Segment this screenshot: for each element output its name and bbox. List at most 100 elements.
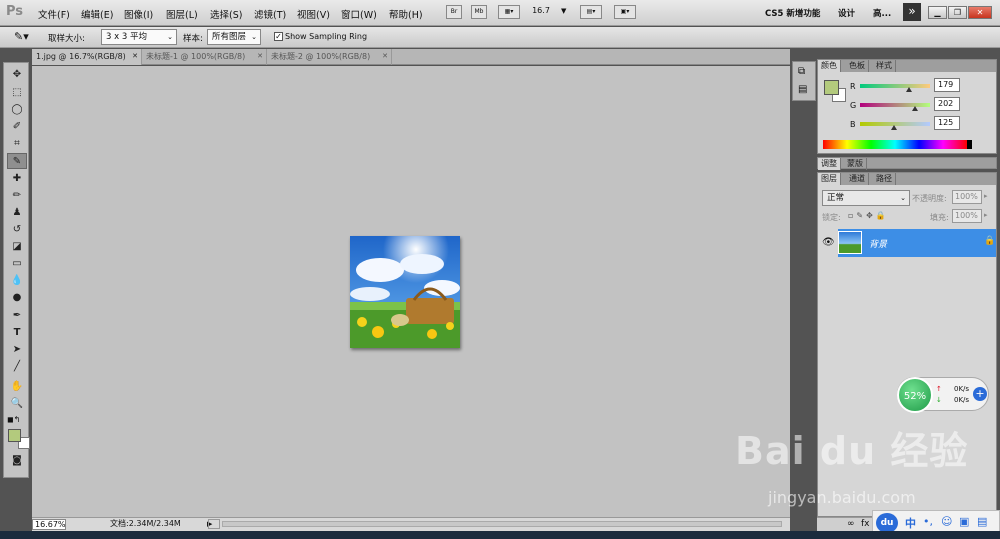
opacity-field[interactable]: 100% [952, 190, 982, 204]
tab-layers[interactable]: 图层 [818, 173, 841, 185]
tab-styles[interactable]: 样式 [873, 60, 896, 72]
arrange-documents-icon[interactable]: ▤▾ [580, 5, 602, 19]
workspace-more[interactable]: 高... [873, 7, 891, 19]
brush-tool-icon[interactable]: ✏ [7, 188, 27, 204]
menu-image[interactable]: 图像(I) [124, 7, 153, 21]
workspace-design[interactable]: 设计 [838, 7, 855, 19]
color-panel-foreground-swatch[interactable] [824, 80, 839, 95]
screen-mode-icon[interactable]: ▣▾ [614, 5, 636, 19]
eraser-tool-icon[interactable]: ◪ [7, 239, 27, 255]
eyedropper-preset-icon[interactable]: ✎▾ [14, 30, 29, 43]
tab-untitled-1[interactable]: 未标题-1 @ 100%(RGB/8) ✕ [142, 49, 267, 65]
expand-workspaces-icon[interactable]: » [903, 3, 921, 21]
channel-g-slider[interactable] [860, 103, 930, 107]
ime-punctuation-icon[interactable]: •, [923, 515, 933, 528]
menu-filter[interactable]: 滤镜(T) [254, 7, 286, 21]
tab-swatches[interactable]: 色板 [846, 60, 869, 72]
path-selection-tool-icon[interactable]: ➤ [7, 342, 27, 358]
layer-row-background[interactable]: 背景 🔒 [838, 229, 996, 257]
channel-b-thumb[interactable] [891, 125, 897, 130]
workspace-new-features[interactable]: CS5 新增功能 [765, 7, 820, 19]
fill-field[interactable]: 100% [952, 209, 982, 223]
layer-style-icon[interactable]: fx [861, 518, 870, 530]
view-extras-icon[interactable]: ▦▾ [498, 5, 520, 19]
channel-r-thumb[interactable] [906, 87, 912, 92]
history-brush-tool-icon[interactable]: ↺ [7, 222, 27, 238]
ime-skin-icon[interactable]: ▤ [977, 515, 987, 528]
close-tab-icon[interactable]: ✕ [257, 49, 263, 64]
ime-toolbox-icon[interactable]: ▣ [959, 515, 969, 528]
quick-select-tool-icon[interactable]: ✐ [7, 119, 27, 135]
zoom-dropdown-icon[interactable]: ▼ [561, 7, 566, 15]
memory-gauge[interactable]: 52% [897, 377, 933, 413]
crop-tool-icon[interactable]: ⌗ [7, 136, 27, 152]
blend-mode-select[interactable]: 正常 ⌄ [822, 190, 910, 206]
menu-edit[interactable]: 编辑(E) [81, 7, 113, 21]
eyedropper-tool-icon[interactable]: ✎ [7, 153, 27, 169]
restore-icon[interactable]: ❐ [948, 6, 967, 19]
menu-layer[interactable]: 图层(L) [166, 7, 198, 21]
quick-mask-icon[interactable]: ◙ [7, 453, 27, 469]
tab-color[interactable]: 颜色 [818, 60, 841, 72]
lock-icons[interactable]: ▫✎✥🔒 [848, 211, 889, 220]
pen-tool-icon[interactable]: ✒ [7, 308, 27, 324]
channel-g-value[interactable]: 202 [934, 97, 960, 111]
widget-add-icon[interactable]: + [973, 387, 987, 401]
lasso-tool-icon[interactable]: ◯ [7, 102, 27, 118]
tab-paths[interactable]: 路径 [873, 173, 896, 185]
tab-adjustments[interactable]: 调整 [818, 158, 841, 170]
network-speed-widget[interactable]: 52% ↑ 0K/s ↓ 0K/s + [897, 377, 989, 413]
tab-1-jpg[interactable]: 1.jpg @ 16.7%(RGB/8) ✕ [32, 49, 142, 65]
opacity-chevron-icon[interactable]: ▸ [984, 192, 988, 200]
zoom-tool-icon[interactable]: 🔍 [7, 396, 27, 412]
hand-tool-icon[interactable]: ✋ [7, 379, 27, 395]
blur-tool-icon[interactable]: 💧 [7, 273, 27, 289]
tab-channels[interactable]: 通道 [846, 173, 869, 185]
scroll-left-icon[interactable] [208, 519, 220, 529]
properties-panel-icon[interactable]: ▤ [798, 84, 807, 95]
eye-icon[interactable]: 👁 [822, 237, 835, 248]
clone-stamp-tool-icon[interactable]: ♟ [7, 205, 27, 221]
ime-emoji-icon[interactable]: ☺ [941, 515, 952, 528]
line-tool-icon[interactable]: ╱ [7, 359, 27, 375]
history-panel-icon[interactable]: ⧉ [798, 66, 805, 77]
channel-g-thumb[interactable] [912, 106, 918, 111]
default-colors-icon[interactable]: ◼↰ [7, 415, 20, 424]
gradient-tool-icon[interactable]: ▭ [7, 256, 27, 272]
menu-view[interactable]: 视图(V) [297, 7, 330, 21]
close-tab-icon[interactable]: ✕ [132, 49, 138, 64]
tab-untitled-2[interactable]: 未标题-2 @ 100%(RGB/8) ✕ [267, 49, 392, 65]
baidu-ime-logo[interactable]: du [876, 513, 898, 533]
channel-r-value[interactable]: 179 [934, 78, 960, 92]
document-image[interactable] [350, 236, 460, 348]
sample-size-select[interactable]: 3 x 3 平均 ⌄ [101, 29, 177, 45]
close-icon[interactable]: ✕ [968, 6, 992, 19]
tab-masks[interactable]: 蒙版 [844, 158, 867, 170]
black-swatch[interactable] [967, 140, 972, 149]
fill-chevron-icon[interactable]: ▸ [984, 211, 988, 219]
menu-window[interactable]: 窗口(W) [341, 7, 377, 21]
zoom-level[interactable]: 16.7 [532, 5, 550, 19]
ime-language-toggle[interactable]: 中 [905, 515, 916, 531]
channel-r-slider[interactable] [860, 84, 930, 88]
menu-help[interactable]: 帮助(H) [389, 7, 423, 21]
dodge-tool-icon[interactable]: ● [7, 290, 27, 306]
close-tab-icon[interactable]: ✕ [382, 49, 388, 64]
healing-brush-tool-icon[interactable]: ✚ [7, 171, 27, 187]
marquee-tool-icon[interactable]: ⬚ [7, 85, 27, 101]
menu-file[interactable]: 文件(F) [38, 7, 70, 21]
bridge-button[interactable]: Br [446, 5, 462, 19]
mini-bridge-button[interactable]: Mb [471, 5, 487, 19]
menu-select[interactable]: 选择(S) [210, 7, 242, 21]
type-tool-icon[interactable]: T [7, 325, 27, 341]
foreground-color-swatch[interactable] [8, 429, 21, 442]
link-layers-icon[interactable]: ∞ [847, 518, 855, 530]
horizontal-scrollbar[interactable] [222, 521, 782, 527]
status-zoom-field[interactable]: 16.67% [32, 519, 66, 530]
sample-select[interactable]: 所有图层 ⌄ [207, 29, 261, 45]
sampling-ring-checkbox[interactable]: ✓ [274, 32, 283, 41]
minimize-icon[interactable]: ▁ [928, 6, 947, 19]
color-spectrum-ramp[interactable] [823, 140, 967, 149]
channel-b-value[interactable]: 125 [934, 116, 960, 130]
move-tool-icon[interactable]: ✥ [7, 67, 27, 83]
